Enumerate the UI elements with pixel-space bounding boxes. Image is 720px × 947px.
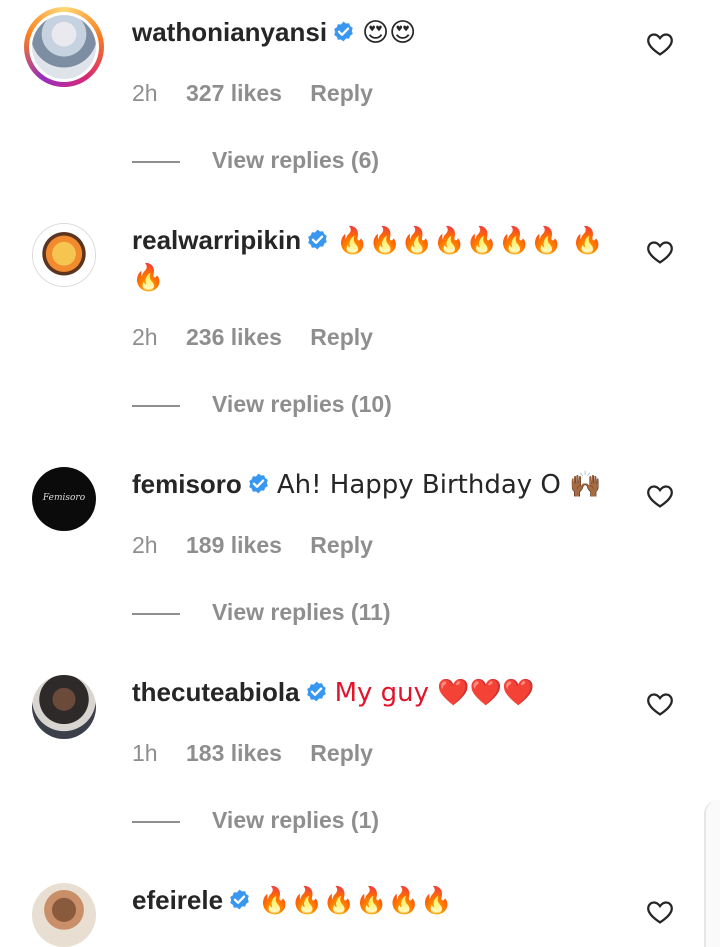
view-replies-button[interactable]: View replies (6)	[132, 147, 379, 174]
view-replies-button[interactable]: View replies (1)	[132, 807, 379, 834]
reply-button[interactable]: Reply	[310, 532, 373, 558]
view-replies-label: View replies (6)	[212, 147, 380, 173]
verified-badge-icon	[331, 20, 356, 45]
divider-line	[132, 160, 180, 163]
comment-meta: 2h 327 likes Reply	[132, 80, 395, 107]
verified-badge-icon	[305, 228, 330, 253]
heart-outline-icon[interactable]	[645, 897, 675, 927]
likes-count[interactable]: 327 likes	[186, 80, 282, 106]
reply-button[interactable]: Reply	[310, 324, 373, 350]
heart-outline-icon[interactable]	[645, 237, 675, 267]
divider-line	[132, 820, 180, 823]
username[interactable]: realwarripikin	[132, 225, 301, 255]
avatar[interactable]	[32, 223, 96, 287]
verified-badge-icon	[227, 888, 252, 913]
comment-time: 2h	[132, 80, 158, 106]
username[interactable]: wathonianyansi	[132, 17, 327, 47]
username[interactable]: femisoro	[132, 469, 242, 499]
comment-time: 2h	[132, 532, 158, 558]
comment-time: 2h	[132, 324, 158, 350]
likes-count[interactable]: 236 likes	[186, 324, 282, 350]
comment-meta: 2h 189 likes Reply	[132, 532, 395, 559]
username[interactable]: efeirele	[132, 885, 223, 915]
view-replies-label: View replies (11)	[212, 599, 391, 625]
comment-meta: 2h 236 likes Reply	[132, 324, 395, 351]
reply-button[interactable]: Reply	[310, 740, 373, 766]
verified-badge-icon	[304, 680, 329, 705]
heart-outline-icon[interactable]	[645, 481, 675, 511]
avatar[interactable]	[32, 675, 96, 739]
avatar-logo: Femisoro	[42, 493, 86, 503]
avatar[interactable]	[32, 883, 96, 947]
comment-text: 🔥🔥🔥🔥🔥🔥	[258, 886, 453, 916]
comment-text: Ah! Happy Birthday O 🙌🏾	[276, 470, 602, 500]
divider-line	[132, 612, 180, 615]
username[interactable]: thecuteabiola	[132, 677, 300, 707]
comment-text: 😍😍	[362, 18, 417, 48]
divider-line	[132, 404, 180, 407]
likes-count[interactable]: 183 likes	[186, 740, 282, 766]
view-replies-button[interactable]: View replies (10)	[132, 391, 392, 418]
reply-button[interactable]: Reply	[310, 80, 373, 106]
avatar[interactable]: Femisoro	[32, 467, 96, 531]
comment-text: My guy ❤️❤️❤️	[334, 678, 535, 708]
view-replies-label: View replies (1)	[212, 807, 380, 833]
likes-count[interactable]: 189 likes	[186, 532, 282, 558]
view-replies-button[interactable]: View replies (11)	[132, 599, 391, 626]
comment-meta: 1h 183 likes Reply	[132, 740, 395, 767]
heart-outline-icon[interactable]	[645, 689, 675, 719]
avatar[interactable]	[24, 7, 104, 87]
overlay-sheet-edge	[704, 800, 720, 947]
verified-badge-icon	[246, 472, 271, 497]
heart-outline-icon[interactable]	[645, 29, 675, 59]
view-replies-label: View replies (10)	[212, 391, 392, 417]
comment-time: 1h	[132, 740, 158, 766]
